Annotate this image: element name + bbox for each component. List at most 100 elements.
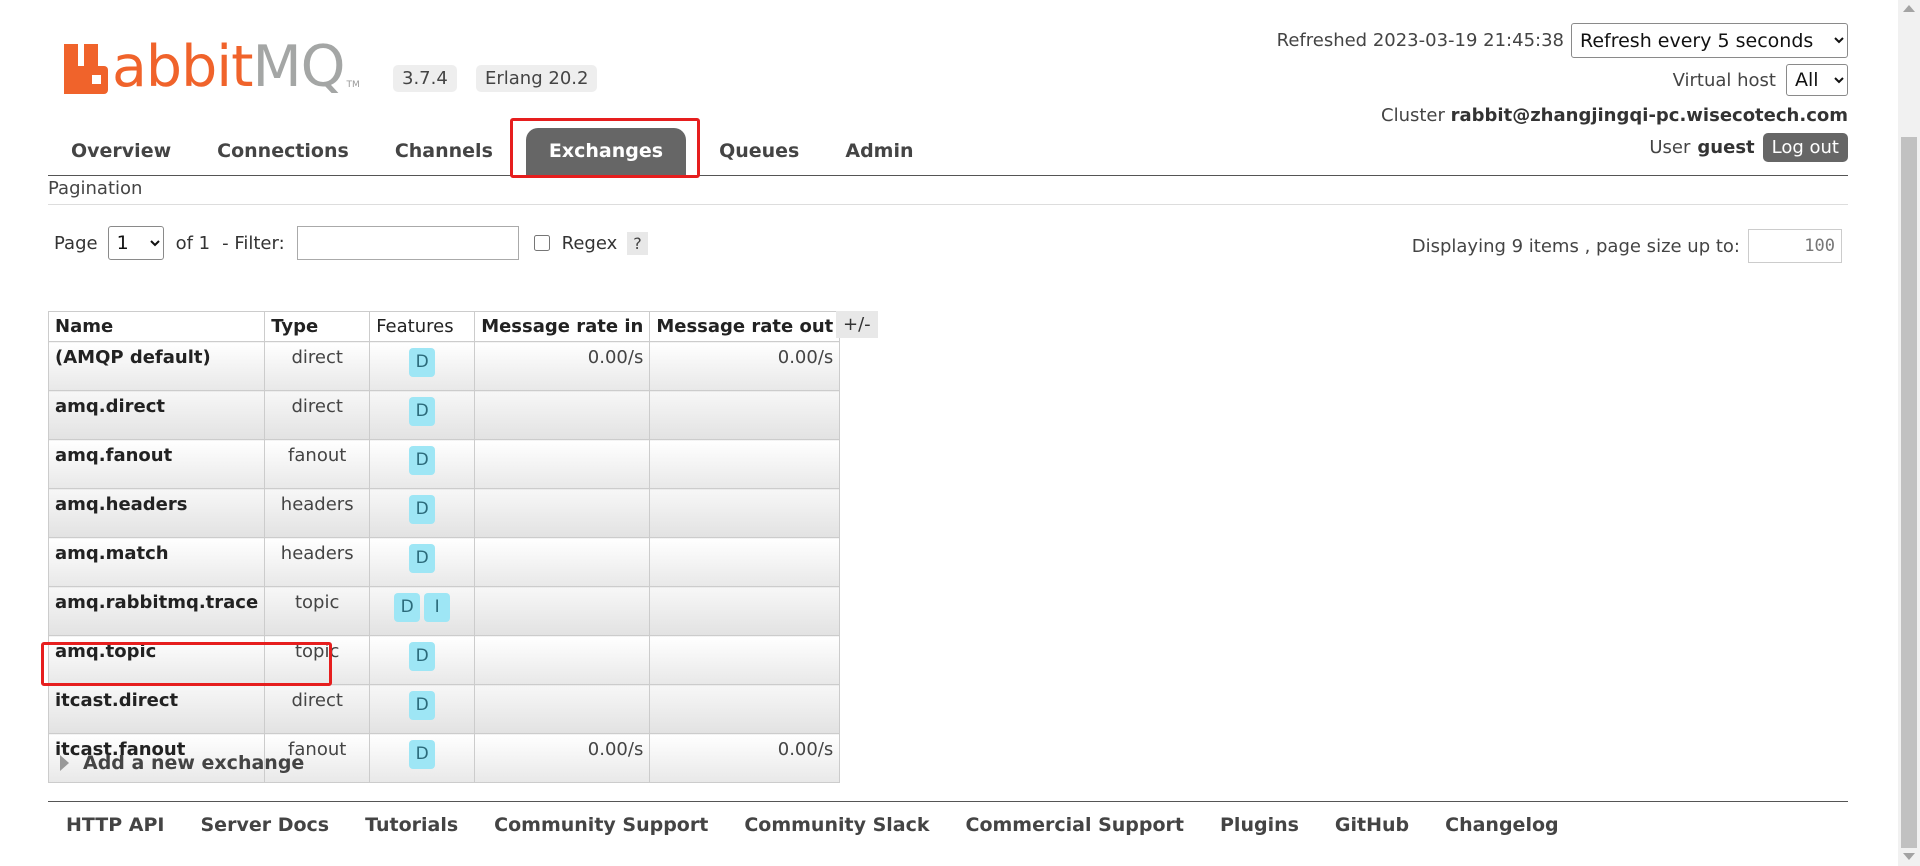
exchange-name-link[interactable]: amq.fanout <box>47 439 266 489</box>
main-nav: Overview Connections Channels Exchanges … <box>48 128 937 175</box>
table-row[interactable]: itcast.direct direct D <box>47 684 841 734</box>
exchange-features: D <box>369 684 476 734</box>
logout-button[interactable]: Log out <box>1762 133 1848 162</box>
table-header-row: Name Type Features Message rate in Messa… <box>47 311 841 342</box>
col-rate-out-header[interactable]: Message rate out <box>649 311 841 342</box>
exchange-name-link[interactable]: (AMQP default) <box>47 341 266 391</box>
message-rate-in: 0.00/s <box>474 341 651 391</box>
message-rate-out <box>649 488 841 538</box>
message-rate-out: 0.00/s <box>649 341 841 391</box>
page-of-label: of 1 <box>175 232 211 254</box>
exchange-name-link[interactable]: amq.topic <box>47 635 266 685</box>
footer-link-tutorials[interactable]: Tutorials <box>347 814 476 836</box>
page-select[interactable]: 1 <box>107 226 164 260</box>
col-name-header[interactable]: Name <box>47 311 266 342</box>
regex-label: Regex <box>561 232 618 254</box>
table-row[interactable]: amq.rabbitmq.trace topic DI <box>47 586 841 636</box>
section-divider <box>48 204 1848 205</box>
exchange-features: D <box>369 390 476 440</box>
table-row[interactable]: amq.direct direct D <box>47 390 841 440</box>
tab-channels[interactable]: Channels <box>372 128 516 175</box>
col-type-header[interactable]: Type <box>264 311 371 342</box>
footer-link-github[interactable]: GitHub <box>1317 814 1427 836</box>
display-info: Displaying 9 items , page size up to: <box>1412 229 1842 263</box>
durable-badge: D <box>409 544 436 573</box>
message-rate-out <box>649 439 841 489</box>
durable-badge: D <box>409 446 436 475</box>
exchange-name-link[interactable]: amq.headers <box>47 488 266 538</box>
section-title[interactable]: Pagination <box>48 178 142 199</box>
exchange-name-link[interactable]: amq.match <box>47 537 266 587</box>
message-rate-in <box>474 390 651 440</box>
exchange-features: D <box>369 733 476 783</box>
rabbitmq-logo[interactable]: abbitMQ TM <box>64 34 360 100</box>
user-label: User <box>1649 137 1691 158</box>
tab-connections[interactable]: Connections <box>194 128 372 175</box>
exchange-features: D <box>369 635 476 685</box>
pagination-controls: Page 1 of 1 - Filter: Regex ? <box>54 226 648 260</box>
add-exchange-label: Add a new exchange <box>83 752 305 774</box>
nav-divider <box>48 175 1848 176</box>
table-row[interactable]: amq.topic topic D <box>47 635 841 685</box>
message-rate-in <box>474 488 651 538</box>
footer-link-http-api[interactable]: HTTP API <box>48 814 183 836</box>
col-rate-in-header[interactable]: Message rate in <box>474 311 651 342</box>
table-row[interactable]: (AMQP default) direct D 0.00/s 0.00/s <box>47 341 841 391</box>
durable-badge: D <box>409 495 436 524</box>
footer-link-changelog[interactable]: Changelog <box>1427 814 1576 836</box>
durable-badge: D <box>409 397 436 426</box>
regex-help-button[interactable]: ? <box>627 231 648 255</box>
cluster-label: Cluster <box>1381 105 1445 126</box>
logo-trademark: TM <box>346 80 360 90</box>
scroll-up-arrow-icon[interactable] <box>1903 5 1915 12</box>
regex-checkbox[interactable] <box>533 235 550 251</box>
exchange-name-link[interactable]: amq.direct <box>47 390 266 440</box>
scroll-down-arrow-icon[interactable] <box>1903 853 1915 860</box>
tab-queues[interactable]: Queues <box>696 128 822 175</box>
virtual-host-label: Virtual host <box>1672 69 1776 91</box>
footer-link-server-docs[interactable]: Server Docs <box>183 814 348 836</box>
tab-overview[interactable]: Overview <box>48 128 194 175</box>
message-rate-in <box>474 439 651 489</box>
virtual-host-select[interactable]: All <box>1786 64 1848 96</box>
exchange-type: headers <box>264 537 371 587</box>
cluster-info: Cluster rabbit@zhangjingqi-pc.wisecotech… <box>1381 105 1848 126</box>
durable-badge: D <box>409 642 436 671</box>
exchange-type: topic <box>264 635 371 685</box>
footer-link-community-support[interactable]: Community Support <box>476 814 726 836</box>
table-row[interactable]: amq.headers headers D <box>47 488 841 538</box>
exchange-name-link[interactable]: amq.rabbitmq.trace <box>47 586 266 636</box>
virtual-host-area: Virtual host All <box>1673 64 1848 96</box>
refresh-interval-select[interactable]: Refresh every 5 seconds <box>1571 23 1848 58</box>
filter-input[interactable] <box>296 226 519 260</box>
message-rate-out: 0.00/s <box>649 733 841 783</box>
exchange-name-link[interactable]: itcast.direct <box>47 684 266 734</box>
exchange-features: D <box>369 439 476 489</box>
footer-link-commercial-support[interactable]: Commercial Support <box>948 814 1203 836</box>
user-info: User guest Log out <box>1649 133 1848 162</box>
exchange-features: DI <box>369 586 476 636</box>
version-badge: 3.7.4 <box>393 65 457 92</box>
filter-label: - Filter: <box>222 232 285 254</box>
scrollbar-thumb[interactable] <box>1901 137 1917 848</box>
cluster-name: rabbit@zhangjingqi-pc.wisecotech.com <box>1450 105 1848 126</box>
message-rate-out <box>649 635 841 685</box>
footer-link-community-slack[interactable]: Community Slack <box>726 814 947 836</box>
refreshed-timestamp: Refreshed 2023-03-19 21:45:38 <box>1276 30 1564 51</box>
page-size-input[interactable] <box>1748 229 1842 263</box>
add-exchange-toggle[interactable]: Add a new exchange <box>60 752 304 774</box>
columns-toggle-button[interactable]: +/- <box>836 311 878 338</box>
rabbitmq-logo-icon <box>64 44 110 94</box>
logo-wordmark: abbitMQ <box>112 34 346 100</box>
refresh-area: Refreshed 2023-03-19 21:45:38 Refresh ev… <box>1277 23 1848 58</box>
message-rate-in <box>474 586 651 636</box>
footer-link-plugins[interactable]: Plugins <box>1202 814 1317 836</box>
erlang-version-badge: Erlang 20.2 <box>476 65 598 92</box>
message-rate-out <box>649 537 841 587</box>
exchange-type: headers <box>264 488 371 538</box>
table-row[interactable]: amq.fanout fanout D <box>47 439 841 489</box>
table-row[interactable]: amq.match headers D <box>47 537 841 587</box>
tab-exchanges[interactable]: Exchanges <box>525 128 687 175</box>
exchange-features: D <box>369 488 476 538</box>
tab-admin[interactable]: Admin <box>822 128 936 175</box>
